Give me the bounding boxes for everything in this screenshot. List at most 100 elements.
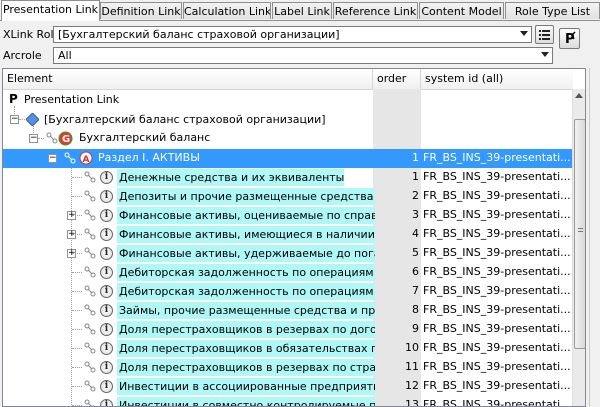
grid-header: Element order system id (all) [3,69,573,90]
row-system-id: FR_BS_INS_39-presentati... [423,322,571,335]
link-arc-icon [84,209,96,221]
tree-row[interactable]: i Депозиты и прочие размещенные средства … [3,187,573,206]
tree-row[interactable]: i Доля перестраховщиков в резервах по стр… [3,358,573,377]
vertical-scrollbar[interactable] [572,89,585,406]
tree-row-label: Доля перестраховщиков в резервах по дого… [117,321,375,338]
tree-section-row-selected[interactable]: − A Раздел I. АКТИВЫ 1 FR_BS_INS_39-pres… [3,149,573,168]
collapse-toggle[interactable]: − [48,154,57,163]
tree-row-label: Займы, прочие размещенные средства и про… [117,302,375,319]
arcrole-select[interactable]: All [53,47,553,64]
row-order: 7 [412,284,419,297]
link-arc-icon [84,323,96,335]
tree-row[interactable]: + i Финансовые активы, оцениваемые по спра… [3,206,573,225]
tree-row[interactable]: + i Финансовые активы, удерживаемые до пог… [3,244,573,263]
tree-role-row[interactable]: − [Бухгалтерский баланс страховой органи… [3,110,573,129]
tab-role-type-list[interactable]: Role Type List [505,2,600,19]
tree-row-label: Доля перестраховщиков в резервах по стра… [117,359,375,376]
tree-row-label: Дебиторская задолженность по операциям в… [117,283,375,300]
row-system-id: FR_BS_INS_39-presentati... [423,227,571,240]
info-icon: i [100,209,113,222]
tree-row-label: Инвестиции в совместно контролируемые пр… [117,397,375,406]
tree-row-label: Доля перестраховщиков в обязательствах п… [117,340,375,357]
right-edge-panel [589,68,600,407]
presentation-tree-grid[interactable]: Element order system id (all) P Presenta… [2,68,586,407]
row-order: 4 [412,227,419,240]
link-arc-icon [84,285,96,297]
tab-calculation-link[interactable]: Calculation Link [183,2,271,19]
tree-row-label: Финансовые активы, удерживаемые до погаш… [117,245,375,262]
tree-row[interactable]: i Доля перестраховщиков в обязательствах … [3,339,573,358]
info-icon: i [100,380,113,393]
info-icon: i [100,323,113,336]
tree-line [38,138,44,139]
tree-balance-row[interactable]: − G Бухгалтерский баланс [3,129,573,148]
presentation-pin-button[interactable]: P [559,28,580,49]
row-order: 11 [405,360,419,373]
tab-reference-link[interactable]: Reference Link [333,2,418,19]
info-icon: i [100,266,113,279]
tree-row-label: Инвестиции в ассоциированные предприятия [117,378,375,395]
arcrole-value: All [58,49,72,62]
row-order: 6 [412,265,419,278]
tree-row-label: Финансовые активы, имеющиеся в наличии д… [117,226,375,243]
list-icon [539,30,550,40]
tree-line [72,329,82,330]
tree-row[interactable]: i Инвестиции в совместно контролируемые п… [3,396,573,406]
tab-presentation-link[interactable]: Presentation Link [1,0,100,21]
tree-root-row[interactable]: P Presentation Link [3,91,573,110]
list-view-button[interactable] [535,25,554,44]
tree-row[interactable]: i Денежные средства и их эквиваленты 1 FR_B… [3,168,573,187]
row-system-id: FR_BS_INS_39-presentati... [423,189,571,202]
grip-icon [578,228,583,232]
tree-row[interactable]: i Доля перестраховщиков в резервах по дог… [3,320,573,339]
link-arc-icon [84,228,96,240]
tree-row[interactable]: i Дебиторская задолженность по операциям … [3,282,573,301]
tree-balance-label: Бухгалтерский баланс [79,131,211,144]
tree-row-label: Дебиторская задолженность по операциям с… [117,264,375,281]
tree-row[interactable]: i Дебиторская задолженность по операциям … [3,263,573,282]
row-order: 12 [405,379,419,392]
tree-line [72,367,82,368]
collapse-toggle[interactable]: − [29,134,38,143]
tree-row[interactable]: i Займы, прочие размещенные средства и пр… [3,301,573,320]
xlink-role-select[interactable]: [Бухгалтерский баланс страховой организа… [53,26,532,43]
tree-line [72,253,82,254]
link-arc-icon [84,190,96,202]
tree-row-label: Депозиты и прочие размещенные средства в… [117,188,375,205]
row-system-id: FR_BS_INS_39-presentati... [423,303,571,316]
tree-line [72,272,82,273]
tree-row[interactable]: + i Финансовые активы, имеющиеся в наличии… [3,225,573,244]
link-arc-icon [46,132,58,144]
row-order: 3 [412,208,419,221]
xlink-role-value: [Бухгалтерский баланс страховой организа… [58,28,340,41]
tree-row-label: Денежные средства и их эквиваленты [117,169,345,186]
tree-line [72,291,82,292]
tree-line [72,215,82,216]
tab-label-link[interactable]: Label Link [272,2,332,19]
tab-content-model[interactable]: Content Model [419,2,504,19]
row-system-id: FR_BS_INS_39-presentati... [423,208,571,221]
row-system-id: FR_BS_INS_39-presentati... [423,341,571,354]
tree-row[interactable]: i Инвестиции в ассоциированные предприяти… [3,377,573,396]
column-header-order[interactable]: order [373,69,421,89]
row-order: 10 [405,341,419,354]
row-order: 1 [412,170,419,183]
row-system-id: FR_BS_INS_39-presentati... [423,284,571,297]
link-arc-icon [84,266,96,278]
arcrole-label: Arcrole [3,49,42,62]
tab-definition-link[interactable]: Definition Link [100,2,182,19]
tree-line [72,234,82,235]
tree-line [72,386,82,387]
info-icon: i [100,361,113,374]
presentation-p-icon: P [9,92,18,106]
column-header-system-id[interactable]: system id (all) [421,69,573,89]
svg-text:A: A [83,155,90,165]
link-arc-icon [64,152,76,164]
column-header-element[interactable]: Element [3,69,373,89]
tree-section-label: Раздел I. АКТИВЫ [98,151,200,164]
scrollbar-thumb[interactable] [574,119,585,349]
scroll-up-arrow[interactable] [575,93,583,98]
tree-line [19,119,25,120]
info-icon: i [100,247,113,260]
collapse-toggle[interactable]: − [10,115,19,124]
